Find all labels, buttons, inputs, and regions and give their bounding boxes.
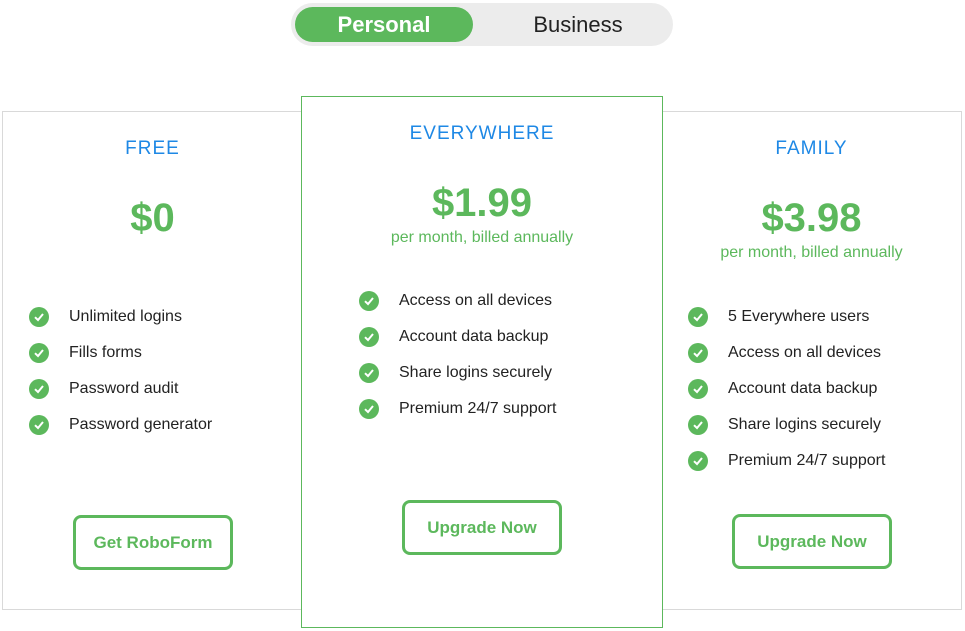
toggle-business[interactable]: Business — [487, 7, 669, 42]
feature-text: Fills forms — [69, 344, 142, 361]
check-circle-icon — [688, 307, 708, 327]
plan-name: FAMILY — [775, 138, 848, 159]
plan-card-everywhere: EVERYWHERE $1.99 per month, billed annua… — [301, 96, 663, 628]
check-circle-icon — [688, 379, 708, 399]
check-circle-icon — [359, 399, 379, 419]
plan-name: EVERYWHERE — [409, 123, 555, 144]
check-circle-icon — [29, 343, 49, 363]
plan-name: FREE — [125, 138, 180, 159]
check-circle-icon — [359, 291, 379, 311]
plan-price: $1.99 — [431, 181, 533, 225]
feature-text: Account data backup — [728, 380, 878, 397]
feature-item: Share logins securely — [688, 407, 885, 443]
check-circle-icon — [688, 415, 708, 435]
upgrade-now-button[interactable]: Upgrade Now — [402, 500, 562, 555]
plan-card-family: FAMILY $3.98 per month, billed annually … — [662, 111, 962, 610]
get-roboform-button[interactable]: Get RoboForm — [73, 515, 233, 570]
feature-text: Account data backup — [399, 328, 549, 345]
check-circle-icon — [359, 363, 379, 383]
feature-item: Unlimited logins — [29, 299, 212, 335]
feature-text: Share logins securely — [399, 364, 552, 381]
feature-list: Access on all devices Account data backu… — [359, 283, 556, 427]
check-circle-icon — [688, 343, 708, 363]
feature-item: Access on all devices — [359, 283, 556, 319]
feature-text: Access on all devices — [399, 292, 552, 309]
check-circle-icon — [688, 451, 708, 471]
feature-text: Unlimited logins — [69, 308, 182, 325]
check-circle-icon — [29, 379, 49, 399]
plan-type-toggle: Personal Business — [291, 3, 673, 46]
feature-item: Password generator — [29, 407, 212, 443]
check-circle-icon — [359, 327, 379, 347]
feature-item: Password audit — [29, 371, 212, 407]
feature-text: Premium 24/7 support — [728, 452, 886, 469]
feature-text: Share logins securely — [728, 416, 881, 433]
feature-item: Premium 24/7 support — [359, 391, 556, 427]
feature-item: Premium 24/7 support — [688, 443, 885, 479]
billing-note: per month, billed annually — [720, 244, 903, 261]
feature-text: Premium 24/7 support — [399, 400, 557, 417]
plan-price: $3.98 — [761, 196, 862, 240]
feature-list: Unlimited logins Fills forms Password au… — [29, 299, 212, 443]
feature-text: 5 Everywhere users — [728, 308, 870, 325]
upgrade-now-button[interactable]: Upgrade Now — [732, 514, 892, 569]
plan-card-free: FREE $0 Unlimited logins Fills forms Pas… — [2, 111, 302, 610]
billing-note: per month, billed annually — [390, 229, 574, 246]
feature-item: Share logins securely — [359, 355, 556, 391]
toggle-personal[interactable]: Personal — [295, 7, 473, 42]
feature-list: 5 Everywhere users Access on all devices… — [688, 299, 885, 479]
check-circle-icon — [29, 415, 49, 435]
feature-item: Account data backup — [359, 319, 556, 355]
feature-text: Password generator — [69, 416, 213, 433]
feature-item: Fills forms — [29, 335, 212, 371]
plan-price: $0 — [130, 196, 175, 240]
check-circle-icon — [29, 307, 49, 327]
feature-text: Password audit — [69, 380, 179, 397]
feature-item: Account data backup — [688, 371, 885, 407]
feature-text: Access on all devices — [728, 344, 881, 361]
feature-item: 5 Everywhere users — [688, 299, 885, 335]
feature-item: Access on all devices — [688, 335, 885, 371]
